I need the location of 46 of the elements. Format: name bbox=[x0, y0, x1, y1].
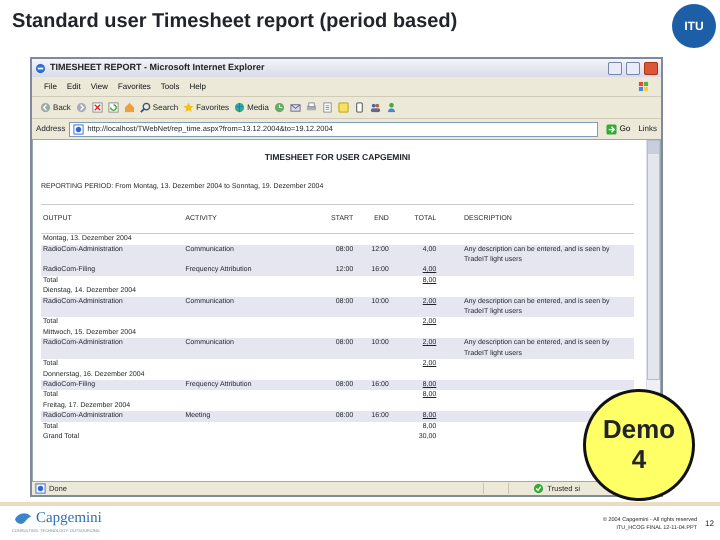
scrollbar[interactable] bbox=[647, 140, 660, 380]
menu-item[interactable]: Favorites bbox=[118, 80, 151, 92]
globe-icon bbox=[234, 102, 246, 113]
home-icon[interactable] bbox=[124, 102, 135, 113]
menu-item[interactable]: Tools bbox=[160, 80, 180, 92]
stop-icon[interactable] bbox=[92, 102, 103, 113]
arrow-icon bbox=[606, 124, 617, 134]
window-title: TIMESHEET REPORT - Microsoft Internet Explorer bbox=[50, 61, 266, 74]
report-heading: TIMESHEET FOR USER CAPGEMINI bbox=[264, 152, 412, 162]
clock-icon[interactable] bbox=[274, 102, 285, 113]
toolbar-button[interactable]: Favorites bbox=[183, 102, 230, 114]
badge-text: Demo bbox=[602, 415, 676, 445]
back-icon bbox=[40, 102, 51, 113]
star-icon bbox=[183, 102, 194, 113]
itu-logo: ITU bbox=[672, 4, 716, 48]
search-icon bbox=[140, 102, 151, 113]
mail-icon[interactable] bbox=[290, 102, 301, 113]
maximize-button[interactable] bbox=[626, 62, 640, 74]
page-icon bbox=[73, 124, 84, 134]
go-button[interactable]: Go bbox=[602, 123, 634, 135]
person-icon[interactable] bbox=[386, 102, 397, 113]
refresh-icon[interactable] bbox=[108, 102, 119, 113]
printer-icon[interactable] bbox=[306, 102, 317, 113]
menu-item[interactable]: Help bbox=[189, 80, 206, 92]
toolbar-button[interactable]: Search bbox=[140, 102, 178, 114]
links-button[interactable]: Links bbox=[638, 123, 657, 135]
phone-icon[interactable] bbox=[354, 102, 365, 113]
forward-icon[interactable] bbox=[76, 102, 87, 113]
check-icon bbox=[533, 483, 544, 494]
menu-item[interactable]: File bbox=[44, 80, 57, 92]
badge-text: 4 bbox=[632, 445, 646, 475]
menu-item[interactable]: View bbox=[90, 80, 108, 92]
toolbar-button[interactable]: Media bbox=[234, 102, 269, 114]
slide-title: Standard user Timesheet report (period based) bbox=[12, 10, 458, 32]
note-icon[interactable] bbox=[338, 102, 349, 113]
document-icon[interactable] bbox=[322, 102, 333, 113]
windows-logo-icon bbox=[638, 81, 649, 92]
logo-text: Capgemini bbox=[36, 510, 102, 526]
close-button[interactable] bbox=[644, 62, 658, 74]
menu-item[interactable]: Edit bbox=[66, 80, 81, 92]
page-number: 12 bbox=[705, 518, 714, 530]
address-label: Address bbox=[36, 123, 66, 135]
toolbar-button[interactable]: Back bbox=[40, 102, 71, 114]
people-icon[interactable] bbox=[370, 102, 381, 113]
browser-icon bbox=[35, 62, 46, 74]
minimize-button[interactable] bbox=[608, 62, 622, 74]
